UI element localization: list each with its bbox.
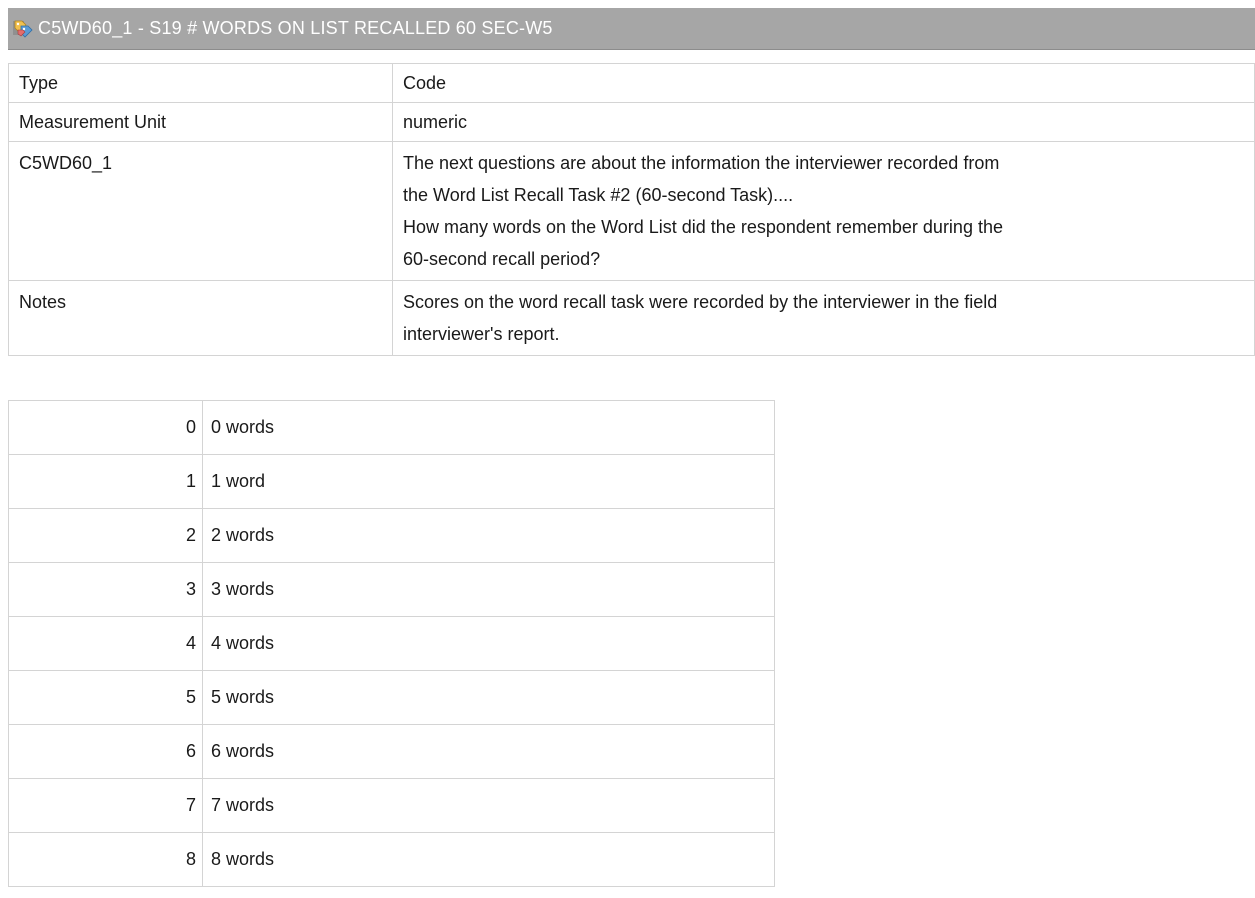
details-value-line: The next questions are about the informa… <box>403 153 1000 173</box>
details-value: The next questions are about the informa… <box>392 141 1255 281</box>
code-value: 3 <box>8 562 203 617</box>
variable-title-bar: C5WD60_1 - S19 # WORDS ON LIST RECALLED … <box>8 8 1255 50</box>
code-row: 88 words <box>8 832 775 887</box>
details-value: numeric <box>392 102 1255 142</box>
code-value: 7 <box>8 778 203 833</box>
code-label: 7 words <box>202 778 775 833</box>
code-value: 4 <box>8 616 203 671</box>
code-row: 11 word <box>8 454 775 509</box>
code-row: 77 words <box>8 778 775 833</box>
code-value: 0 <box>8 400 203 455</box>
details-row: Type Code <box>8 63 1255 103</box>
details-value-line: numeric <box>403 112 468 132</box>
code-value: 8 <box>8 832 203 887</box>
details-label: C5WD60_1 <box>8 141 393 281</box>
code-row: 33 words <box>8 562 775 617</box>
code-value: 5 <box>8 670 203 725</box>
details-value: Scores on the word recall task were reco… <box>392 280 1255 356</box>
code-row: 44 words <box>8 616 775 671</box>
details-value-line: Scores on the word recall task were reco… <box>403 292 998 312</box>
code-value: 2 <box>8 508 203 563</box>
details-label: Notes <box>8 280 393 356</box>
details-value: Code <box>392 63 1255 103</box>
code-row: 66 words <box>8 724 775 779</box>
code-row: 22 words <box>8 508 775 563</box>
variable-details-table: Type Code Measurement Unit numeric C5WD60_1 T… <box>8 63 1255 356</box>
code-label: 8 words <box>202 832 775 887</box>
code-label: 5 words <box>202 670 775 725</box>
code-list-table: 00 words 1 1 word 2 2 words 3 3 words 4 4 words 5… <box>8 400 775 887</box>
code-value: 1 <box>8 454 203 509</box>
details-value-line: the Word List Recall Task #2 (60-second … <box>403 185 794 205</box>
details-value-line: Code <box>403 73 447 93</box>
details-row: Notes Scores on the word recall task were… <box>8 280 1255 356</box>
details-value-line: interviewer's report. <box>403 324 560 344</box>
code-label: 4 words <box>202 616 775 671</box>
details-label: Type <box>8 63 393 103</box>
code-label: 0 words <box>202 400 775 455</box>
code-label: 6 words <box>202 724 775 779</box>
details-value-line: How many words on the Word List did the … <box>403 217 1003 237</box>
code-label: 3 words <box>202 562 775 617</box>
variable-tags-icon <box>12 18 34 40</box>
details-label: Measurement Unit <box>8 102 393 142</box>
variable-title: C5WD60_1 - S19 # WORDS ON LIST RECALLED … <box>38 18 553 38</box>
code-value: 6 <box>8 724 203 779</box>
code-row: 00 words <box>8 400 775 455</box>
code-row: 55 words <box>8 670 775 725</box>
details-value-line: 60-second recall period? <box>403 249 601 269</box>
details-row: Measurement Unit numeric <box>8 102 1255 142</box>
code-label: 2 words <box>202 508 775 563</box>
details-row: C5WD60_1 The next questions are about the… <box>8 141 1255 281</box>
code-label: 1 word <box>202 454 775 509</box>
